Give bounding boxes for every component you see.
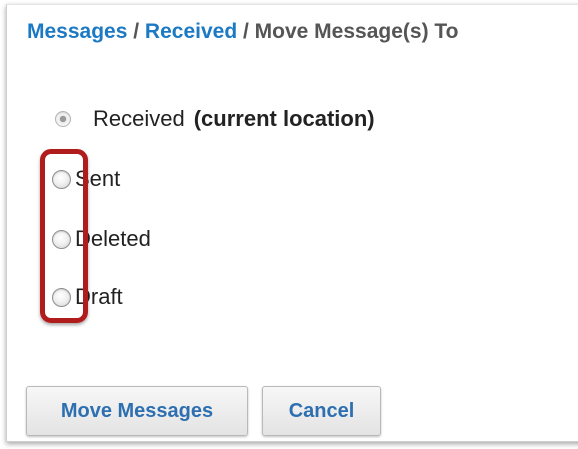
move-messages-panel xyxy=(6,4,578,442)
option-sent[interactable]: Sent xyxy=(52,166,120,192)
breadcrumb-separator: / xyxy=(243,20,255,43)
option-deleted[interactable]: Deleted xyxy=(52,226,151,252)
radio-received xyxy=(55,111,71,127)
option-label-sent[interactable]: Sent xyxy=(75,166,120,192)
option-received: Received (current location) xyxy=(55,106,375,132)
option-label-draft[interactable]: Draft xyxy=(75,284,123,310)
breadcrumb: Messages / Received / Move Message(s) To xyxy=(27,20,459,44)
current-location-note: (current location) xyxy=(193,106,375,131)
breadcrumb-received-link[interactable]: Received xyxy=(145,20,237,43)
option-draft[interactable]: Draft xyxy=(52,284,123,310)
option-label-received: Received xyxy=(93,106,185,131)
radio-sent[interactable] xyxy=(52,169,71,189)
breadcrumb-separator: / xyxy=(133,20,145,43)
breadcrumb-current-page: Move Message(s) To xyxy=(254,20,459,43)
breadcrumb-messages-link[interactable]: Messages xyxy=(27,20,127,43)
cancel-button[interactable]: Cancel xyxy=(262,386,381,436)
radio-draft[interactable] xyxy=(52,287,71,307)
move-messages-button[interactable]: Move Messages xyxy=(26,386,248,436)
option-label-deleted[interactable]: Deleted xyxy=(75,226,151,252)
radio-deleted[interactable] xyxy=(52,229,71,249)
